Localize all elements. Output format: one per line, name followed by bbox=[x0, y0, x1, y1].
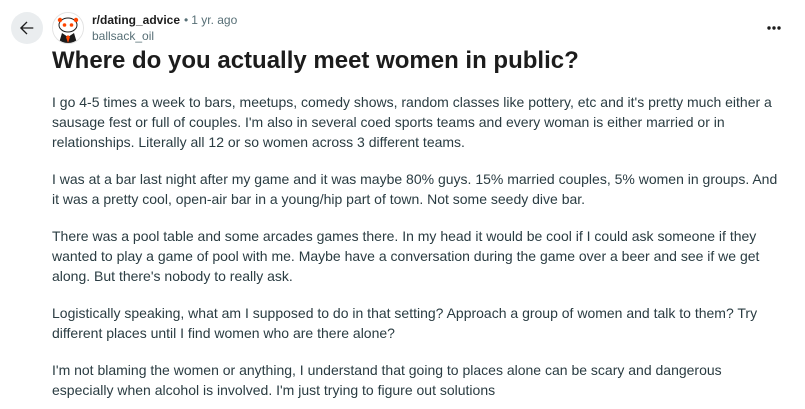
author-link[interactable]: ballsack_oil bbox=[92, 28, 237, 44]
post-page: r/dating_advice • 1 yr. ago ballsack_oil W… bbox=[0, 0, 805, 409]
post-body: I go 4-5 times a week to bars, meetups, … bbox=[52, 92, 782, 409]
subreddit-avatar[interactable] bbox=[52, 12, 84, 44]
post-paragraph: I go 4-5 times a week to bars, meetups, … bbox=[52, 94, 772, 150]
post-meta-row: r/dating_advice • 1 yr. ago bbox=[92, 12, 237, 28]
back-button[interactable] bbox=[11, 12, 43, 44]
post-title: Where do you actually meet women in publ… bbox=[52, 47, 579, 74]
subreddit-avatar-image bbox=[53, 13, 83, 43]
post-paragraph: I'm not blaming the women or anything, I… bbox=[52, 362, 722, 398]
post-paragraph: I was at a bar last night after my game … bbox=[52, 171, 778, 207]
post-age: 1 yr. ago bbox=[191, 13, 238, 27]
more-options-button[interactable] bbox=[760, 14, 788, 42]
arrow-left-icon bbox=[19, 21, 34, 35]
meta-separator: • bbox=[184, 13, 189, 27]
subreddit-link[interactable]: r/dating_advice bbox=[92, 13, 180, 27]
post-paragraph: There was a pool table and some arcades … bbox=[52, 228, 760, 284]
post-meta: r/dating_advice • 1 yr. ago ballsack_oil bbox=[92, 12, 237, 44]
post-paragraph: Logistically speaking, what am I suppose… bbox=[52, 305, 758, 341]
more-horizontal-icon bbox=[767, 26, 781, 30]
